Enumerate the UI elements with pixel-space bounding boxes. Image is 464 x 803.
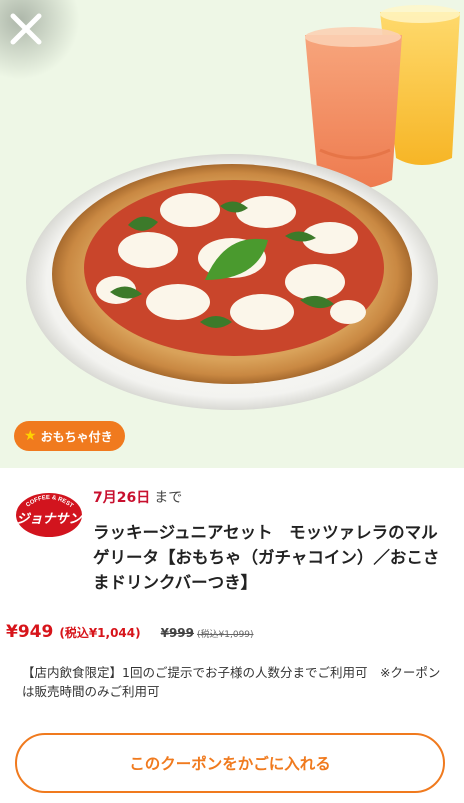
toy-included-badge: ★ おもちゃ付き	[14, 421, 125, 451]
coupon-price: ¥949	[6, 622, 54, 642]
expiry-row: 7月26日 まで	[93, 487, 182, 507]
coupon-title: ラッキージュニアセット モッツァレラのマルゲリータ【おもちゃ（ガチャコイン）／お…	[93, 523, 440, 592]
grapefruit-juice-glass	[305, 27, 402, 189]
star-icon: ★	[24, 428, 37, 444]
pizza-photo	[26, 5, 460, 410]
add-to-cart-button[interactable]: このクーポンをかごに入れる	[15, 733, 445, 793]
svg-text:ジョナサン: ジョナサン	[16, 512, 82, 527]
badge-label: おもちゃ付き	[40, 429, 113, 444]
jonathans-logo: COFFEE & RESTAURANT ジョナサン	[13, 483, 83, 539]
original-price: ¥999	[160, 626, 195, 640]
expiry-date: 7月26日	[93, 490, 151, 506]
hero-image: ★ おもちゃ付き	[0, 0, 464, 468]
expiry-until: まで	[154, 490, 183, 506]
coupon-price-tax: (税込¥1,044)	[59, 626, 141, 640]
coupon-terms: 【店内飲食限定】1回のご提示でお子様の人数分までご利用可 ※クーポンは販売時間の…	[22, 665, 441, 699]
close-button[interactable]	[0, 0, 80, 80]
close-icon	[10, 13, 42, 45]
price-row: ¥949 (税込¥1,044) ¥999 (税込¥1,099)	[6, 622, 254, 642]
original-price-tax: (税込¥1,099)	[197, 630, 254, 640]
